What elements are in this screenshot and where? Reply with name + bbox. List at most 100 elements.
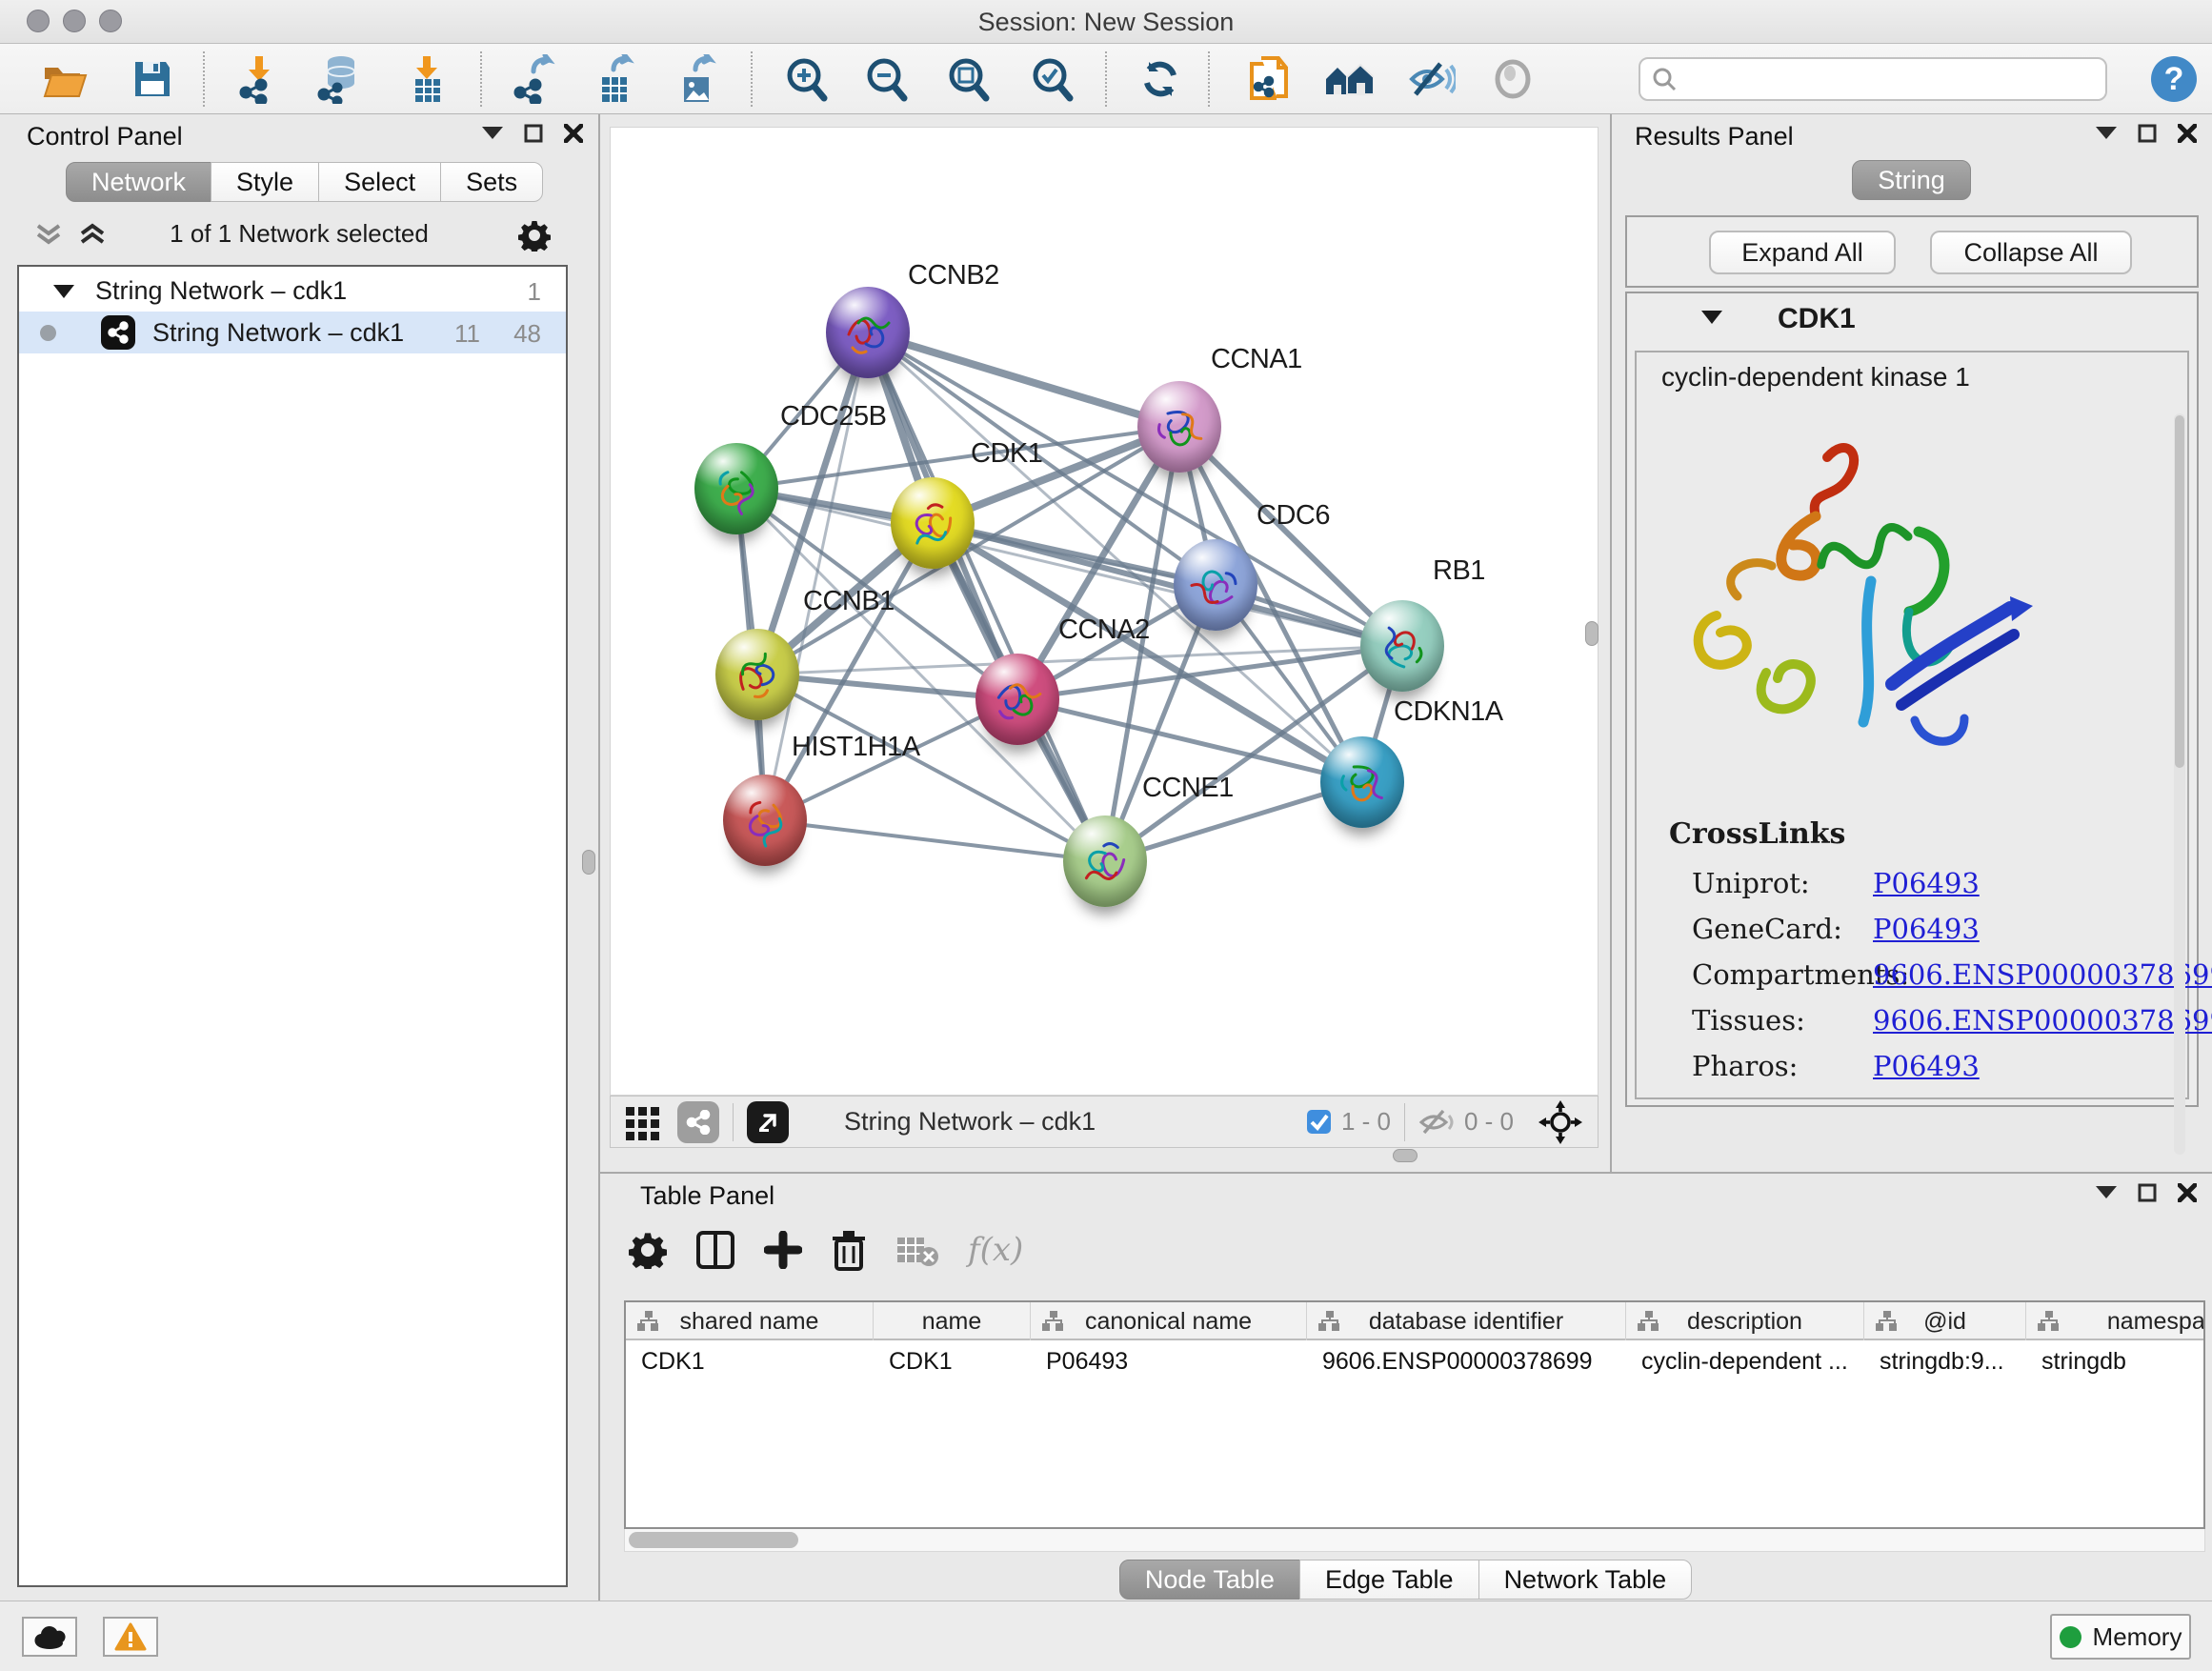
add-column-icon[interactable] xyxy=(764,1231,802,1269)
network-node-rb1[interactable] xyxy=(1360,600,1444,692)
table-settings-gear-icon[interactable] xyxy=(629,1231,667,1269)
crosslink-link[interactable]: 9606.ENSP00000378699 xyxy=(1873,1004,2212,1037)
hidden-eye-icon[interactable] xyxy=(1418,1108,1457,1137)
tab-select[interactable]: Select xyxy=(318,162,441,202)
expand-all-button[interactable]: Expand All xyxy=(1709,231,1896,274)
panel-close-icon[interactable] xyxy=(2178,124,2197,143)
network-node-ccna1[interactable] xyxy=(1137,381,1221,473)
network-node-cdc6[interactable] xyxy=(1174,539,1257,631)
table-row[interactable]: CDK1CDK1P064939606.ENSP00000378699cyclin… xyxy=(626,1342,2205,1380)
copy-network-icon[interactable] xyxy=(1244,54,1294,104)
network-collection-row[interactable]: String Network – cdk1 1 xyxy=(19,270,566,312)
panel-float-icon[interactable] xyxy=(2138,1183,2157,1202)
tab-string[interactable]: String xyxy=(1852,160,1971,200)
network-edge[interactable] xyxy=(868,332,1179,427)
column-header-canonical-name[interactable]: canonical name xyxy=(1031,1302,1307,1340)
open-session-icon[interactable] xyxy=(40,54,90,104)
table-cell[interactable]: P06493 xyxy=(1031,1342,1307,1380)
function-builder-icon[interactable]: f(x) xyxy=(968,1231,1023,1269)
help-icon[interactable]: ? xyxy=(2149,54,2199,104)
network-edge[interactable] xyxy=(736,427,1179,489)
column-header-shared-name[interactable]: shared name xyxy=(626,1302,874,1340)
import-table-icon[interactable] xyxy=(402,54,452,104)
panel-close-icon[interactable] xyxy=(564,124,583,143)
results-scrollbar-thumb[interactable] xyxy=(2175,415,2184,768)
collapse-card-icon[interactable] xyxy=(1701,311,1722,324)
selected-checkbox-icon[interactable] xyxy=(1306,1109,1332,1135)
network-edge[interactable] xyxy=(765,820,1105,861)
tab-style[interactable]: Style xyxy=(211,162,319,202)
table-cell[interactable]: CDK1 xyxy=(874,1342,1031,1380)
network-edges[interactable] xyxy=(611,128,1599,1096)
network-edge[interactable] xyxy=(933,523,1402,646)
network-overview-icon[interactable] xyxy=(1324,54,1374,104)
export-network-icon[interactable] xyxy=(509,54,558,104)
network-node-cdc25b[interactable] xyxy=(694,443,778,534)
export-table-icon[interactable] xyxy=(589,54,638,104)
tab-sets[interactable]: Sets xyxy=(440,162,543,202)
network-node-cdkn1a[interactable] xyxy=(1320,736,1404,828)
network-node-ccnb1[interactable] xyxy=(715,629,799,720)
scrollbar-thumb[interactable] xyxy=(629,1532,798,1548)
zoom-fit-icon[interactable] xyxy=(943,54,993,104)
table-cell[interactable]: CDK1 xyxy=(626,1342,874,1380)
tab-network-table[interactable]: Network Table xyxy=(1478,1560,1693,1600)
tab-node-table[interactable]: Node Table xyxy=(1119,1560,1300,1600)
panel-menu-icon[interactable] xyxy=(2096,1186,2117,1199)
panel-menu-icon[interactable] xyxy=(482,127,503,140)
import-network-database-icon[interactable] xyxy=(314,54,364,104)
panel-close-icon[interactable] xyxy=(2178,1183,2197,1202)
splitter-grip-bottom[interactable] xyxy=(1393,1149,1418,1162)
show-hide-icon[interactable] xyxy=(1406,54,1456,104)
table-cell[interactable]: stringdb xyxy=(2026,1342,2205,1380)
memory-button[interactable]: Memory xyxy=(2050,1614,2191,1660)
refresh-layout-icon[interactable] xyxy=(1136,54,1185,104)
column-header-name[interactable]: name xyxy=(874,1302,1031,1340)
zoom-selected-icon[interactable] xyxy=(1027,54,1076,104)
delete-table-icon[interactable] xyxy=(895,1232,939,1268)
column-header-database-identifier[interactable]: database identifier xyxy=(1307,1302,1626,1340)
gear-icon[interactable] xyxy=(518,219,551,252)
network-node-cdk1[interactable] xyxy=(891,477,975,569)
crosslink-link[interactable]: 9606.ENSP00000378699 xyxy=(1873,958,2212,991)
crosslink-link[interactable]: P06493 xyxy=(1873,913,1980,945)
table-cell[interactable]: 9606.ENSP00000378699 xyxy=(1307,1342,1626,1380)
warnings-button[interactable] xyxy=(103,1617,158,1657)
panel-float-icon[interactable] xyxy=(524,124,543,143)
network-node-ccna2[interactable] xyxy=(975,654,1059,745)
export-image-icon[interactable] xyxy=(671,54,720,104)
network-node-ccne1[interactable] xyxy=(1063,815,1147,907)
tab-network[interactable]: Network xyxy=(66,162,211,202)
panel-menu-icon[interactable] xyxy=(2096,127,2117,140)
grid-view-icon[interactable] xyxy=(624,1103,662,1141)
zoom-in-icon[interactable] xyxy=(781,54,831,104)
search-input[interactable] xyxy=(1686,64,2094,95)
network-canvas[interactable]: CCNB2CCNA1CDC25BCDK1CDC6RB1CCNB1CCNA2CDK… xyxy=(610,127,1599,1096)
collapse-all-button[interactable]: Collapse All xyxy=(1930,231,2132,274)
fit-selected-icon[interactable] xyxy=(1538,1100,1582,1144)
column-header-description[interactable]: description xyxy=(1626,1302,1864,1340)
column-header-namespace[interactable]: namespace xyxy=(2026,1302,2205,1340)
crosslink-link[interactable]: P06493 xyxy=(1873,867,1980,899)
network-node-ccnb2[interactable] xyxy=(826,287,910,378)
splitter-grip-left[interactable] xyxy=(582,850,595,875)
table-horizontal-scrollbar[interactable] xyxy=(624,1529,2205,1552)
network-node-hist1h1a[interactable] xyxy=(723,775,807,866)
eye-disabled-icon[interactable] xyxy=(1488,54,1538,104)
column-header--id[interactable]: @id xyxy=(1864,1302,2026,1340)
zoom-out-icon[interactable] xyxy=(861,54,911,104)
crosslink-link[interactable]: P06493 xyxy=(1873,1050,1980,1082)
birds-eye-icon[interactable] xyxy=(677,1101,719,1143)
network-row-selected[interactable]: String Network – cdk1 11 48 xyxy=(19,312,566,353)
network-edge[interactable] xyxy=(868,332,1105,861)
results-scrollbar[interactable] xyxy=(2174,413,2185,1155)
table-cell[interactable]: stringdb:9... xyxy=(1864,1342,2026,1380)
show-columns-icon[interactable] xyxy=(695,1230,735,1270)
delete-column-icon[interactable] xyxy=(831,1229,867,1271)
save-session-icon[interactable] xyxy=(128,54,177,104)
table-cell[interactable]: cyclin-dependent ... xyxy=(1626,1342,1864,1380)
collection-expand-icon[interactable] xyxy=(53,285,74,298)
import-network-file-icon[interactable] xyxy=(234,54,284,104)
cloud-button[interactable] xyxy=(22,1617,77,1657)
open-in-window-icon[interactable] xyxy=(747,1101,789,1143)
